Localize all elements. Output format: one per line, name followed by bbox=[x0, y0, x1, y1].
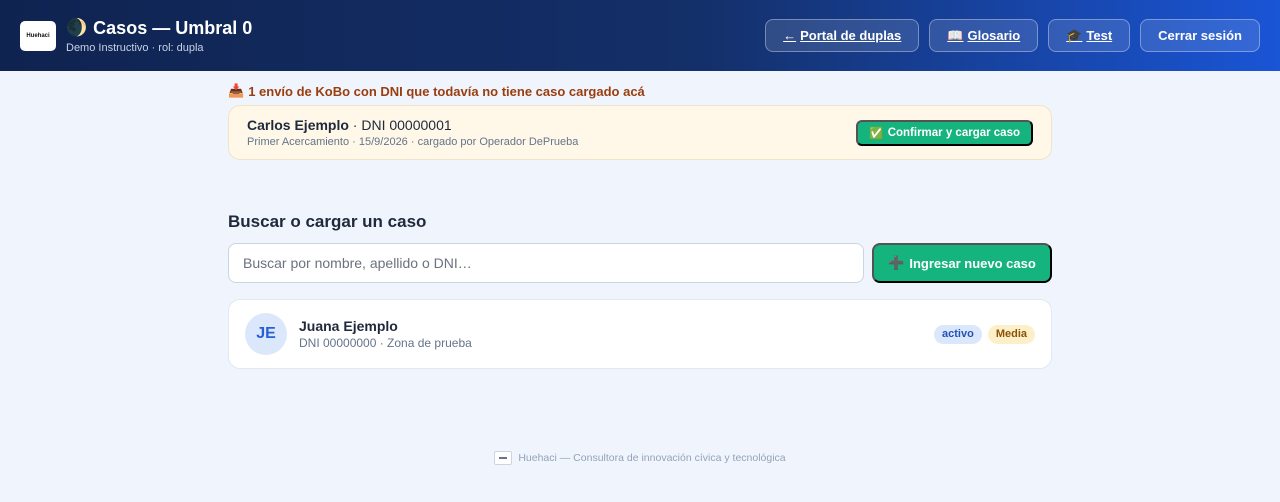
case-meta: DNI 00000000 · Zona de prueba bbox=[299, 336, 472, 350]
case-badges: activo Media bbox=[934, 324, 1035, 344]
logout-button[interactable]: Cerrar sesión bbox=[1140, 19, 1260, 52]
portal-duplas-label: Portal de duplas bbox=[800, 28, 902, 43]
kobo-meta: Primer Acercamiento · 15/9/2026 · cargad… bbox=[247, 136, 579, 148]
graduation-cap-icon: 🎓 bbox=[1066, 27, 1083, 43]
kobo-person-dni: · DNI 00000001 bbox=[348, 117, 452, 133]
case-list-item[interactable]: JE Juana Ejemplo DNI 00000000 · Zona de … bbox=[228, 299, 1052, 369]
footer-logo bbox=[494, 451, 513, 465]
plus-icon: ➕ bbox=[888, 255, 905, 270]
status-badge: activo bbox=[934, 324, 982, 344]
footer-text: Huehaci — Consultora de innovación cívic… bbox=[518, 452, 786, 464]
page-title-text: Casos — Umbral 0 bbox=[93, 17, 253, 38]
moon-icon: 🌒 bbox=[66, 18, 88, 37]
glosario-button[interactable]: 📖 Glosario bbox=[929, 19, 1039, 52]
new-case-button[interactable]: ➕ Ingresar nuevo caso bbox=[872, 243, 1052, 283]
page-subtitle: Demo Instructivo · rol: dupla bbox=[66, 41, 204, 54]
page-footer: Huehaci — Consultora de innovación cívic… bbox=[0, 451, 1280, 465]
case-info: Juana Ejemplo DNI 00000000 · Zona de pru… bbox=[299, 318, 472, 350]
main-content: 📥 1 envío de KoBo con DNI que todavía no… bbox=[228, 83, 1052, 369]
avatar: JE bbox=[245, 313, 287, 355]
app-header: Huehaci 🌒 Casos — Umbral 0 Demo Instruct… bbox=[0, 0, 1280, 71]
kobo-notice: 📥 1 envío de KoBo con DNI que todavía no… bbox=[228, 83, 1052, 99]
confirm-load-case-button[interactable]: ✅ Confirmar y cargar caso bbox=[856, 119, 1033, 146]
inbox-tray-icon: 📥 bbox=[228, 83, 245, 98]
new-case-label: Ingresar nuevo caso bbox=[909, 255, 1036, 271]
kobo-pending-card: Carlos Ejemplo · DNI 00000001 Primer Ace… bbox=[228, 105, 1052, 160]
kobo-person-name: Carlos Ejemplo bbox=[247, 117, 349, 133]
case-name: Juana Ejemplo bbox=[299, 318, 398, 334]
search-section-title: Buscar o cargar un caso bbox=[228, 212, 427, 231]
kobo-person: Carlos Ejemplo · DNI 00000001 bbox=[247, 117, 578, 133]
kobo-info: Carlos Ejemplo · DNI 00000001 Primer Ace… bbox=[247, 117, 578, 148]
huehaci-logo: Huehaci bbox=[20, 20, 56, 51]
test-label: Test bbox=[1086, 28, 1113, 43]
page-title: 🌒 Casos — Umbral 0 bbox=[66, 18, 252, 39]
portal-duplas-button[interactable]: ← Portal de duplas bbox=[765, 19, 920, 52]
logout-label: Cerrar sesión bbox=[1158, 28, 1242, 43]
glosario-label: Glosario bbox=[967, 28, 1021, 43]
test-button[interactable]: 🎓 Test bbox=[1048, 19, 1131, 52]
book-icon: 📖 bbox=[947, 27, 964, 43]
priority-badge: Media bbox=[987, 324, 1035, 344]
kobo-notice-text: 1 envío de KoBo con DNI que todavía no t… bbox=[248, 83, 645, 99]
confirm-load-case-label: Confirmar y cargar caso bbox=[887, 126, 1020, 139]
search-row: ➕ Ingresar nuevo caso bbox=[228, 243, 1052, 283]
header-nav: ← Portal de duplas 📖 Glosario 🎓 Test Cer… bbox=[765, 19, 1260, 52]
search-input[interactable] bbox=[228, 243, 864, 283]
title-block: 🌒 Casos — Umbral 0 Demo Instructivo · ro… bbox=[66, 18, 252, 54]
check-mark-icon: ✅ bbox=[869, 127, 884, 140]
arrow-left-icon: ← bbox=[783, 28, 797, 43]
